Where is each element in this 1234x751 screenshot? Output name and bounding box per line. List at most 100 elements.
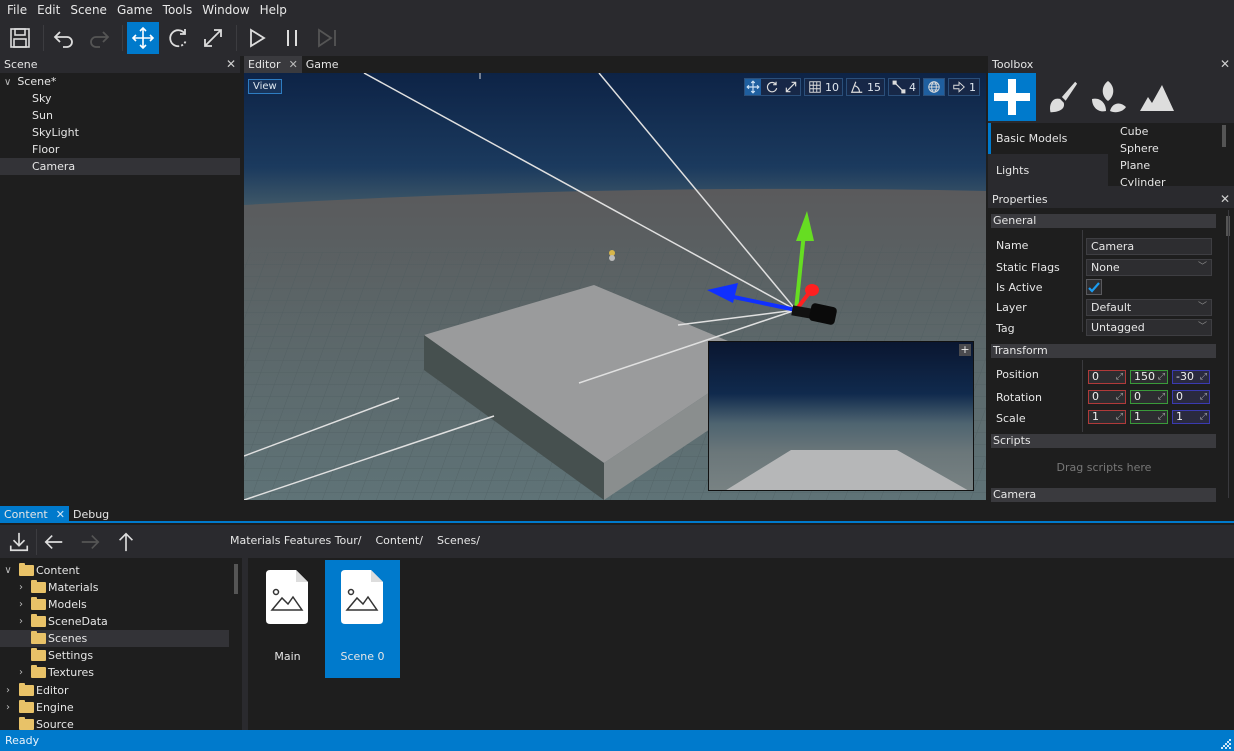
toolbox-tab-paint[interactable] — [1036, 73, 1084, 121]
toolbox-tab-terrain[interactable] — [1132, 73, 1180, 121]
tree-folder-models[interactable]: › Models — [0, 596, 229, 613]
chevron-right-icon[interactable]: › — [16, 596, 26, 613]
tree-folder-content[interactable]: ∨ Content — [0, 562, 229, 579]
chevron-down-icon[interactable]: ∨ — [4, 77, 11, 88]
preview-expand-button[interactable]: + — [959, 344, 971, 356]
redo-button[interactable] — [83, 22, 115, 54]
drag-handle-icon[interactable]: ⤢ — [1158, 371, 1165, 383]
scene-root[interactable]: ∨ Scene* — [0, 73, 240, 90]
chevron-right-icon[interactable]: › — [16, 579, 26, 596]
menu-tools[interactable]: Tools — [160, 3, 200, 17]
section-camera[interactable]: Camera — [991, 488, 1216, 502]
menu-game[interactable]: Game — [114, 3, 160, 17]
menu-window[interactable]: Window — [199, 3, 256, 17]
tree-folder-engine[interactable]: › Engine — [0, 699, 229, 716]
toolbox-category-basic-models[interactable]: Basic Models — [988, 123, 1108, 154]
position-z-field[interactable]: -30 ⤢ — [1172, 370, 1210, 384]
menu-file[interactable]: File — [4, 3, 34, 17]
menu-scene[interactable]: Scene — [67, 3, 114, 17]
rotate-mode-button[interactable] — [764, 80, 780, 94]
toolbox-item-cylinder[interactable]: Cylinder — [1108, 174, 1234, 186]
tab-content[interactable]: Content ✕ — [0, 506, 69, 523]
angle-snap-button[interactable]: 15 — [846, 78, 885, 96]
scale-x-field[interactable]: 1 ⤢ — [1088, 410, 1126, 424]
scene-item-skylight[interactable]: SkyLight — [0, 124, 240, 141]
translate-tool-button[interactable] — [127, 22, 159, 54]
section-general[interactable]: General — [991, 214, 1216, 228]
toolbox-item-plane[interactable]: Plane — [1108, 157, 1234, 174]
scale-snap-button[interactable]: 4 — [888, 78, 920, 96]
tab-game[interactable]: Game — [302, 56, 343, 73]
translate-mode-button[interactable] — [745, 79, 761, 95]
chevron-right-icon[interactable]: › — [3, 699, 13, 716]
step-button[interactable] — [311, 22, 343, 54]
close-icon[interactable]: ✕ — [226, 57, 236, 71]
chevron-down-icon[interactable]: ∨ — [3, 562, 13, 579]
drag-handle-icon[interactable]: ⤢ — [1116, 391, 1123, 403]
position-x-field[interactable]: 0 ⤢ — [1088, 370, 1126, 384]
breadcrumb-item[interactable]: Materials Features Tour/ — [230, 534, 362, 547]
undo-button[interactable] — [48, 22, 80, 54]
menu-help[interactable]: Help — [257, 3, 294, 17]
tab-editor[interactable]: Editor ✕ — [244, 56, 302, 73]
view-menu-button[interactable]: View — [248, 79, 282, 94]
close-icon[interactable]: ✕ — [1220, 192, 1230, 206]
drag-handle-icon[interactable]: ⤢ — [1200, 371, 1207, 383]
rotation-z-field[interactable]: 0 ⤢ — [1172, 390, 1210, 404]
scale-tool-button[interactable] — [197, 22, 229, 54]
toolbox-scrollbar[interactable] — [1222, 125, 1226, 147]
world-space-toggle[interactable] — [923, 78, 945, 96]
up-button[interactable] — [111, 527, 141, 557]
rotation-x-field[interactable]: 0 ⤢ — [1088, 390, 1126, 404]
grid-snap-button[interactable]: 10 — [804, 78, 843, 96]
drag-handle-icon[interactable]: ⤢ — [1158, 391, 1165, 403]
scene-item-sun[interactable]: Sun — [0, 107, 240, 124]
tab-debug[interactable]: Debug — [69, 506, 113, 523]
close-icon[interactable]: ✕ — [289, 56, 298, 73]
toolbox-tab-add[interactable] — [988, 73, 1036, 121]
section-transform[interactable]: Transform — [991, 344, 1216, 358]
scene-viewport[interactable]: View 10 15 4 1 + — [244, 73, 986, 500]
tree-folder-editor[interactable]: › Editor — [0, 682, 229, 699]
content-tree-scrollbar[interactable] — [234, 564, 238, 594]
toolbox-tab-foliage[interactable] — [1084, 73, 1132, 121]
section-scripts[interactable]: Scripts — [991, 434, 1216, 448]
rotation-y-field[interactable]: 0 ⤢ — [1130, 390, 1168, 404]
toolbox-category-lights[interactable]: Lights — [988, 155, 1108, 186]
layer-dropdown[interactable]: Default ﹀ — [1086, 299, 1212, 316]
tree-folder-settings[interactable]: Settings — [0, 647, 229, 664]
save-button[interactable] — [4, 22, 36, 54]
back-button[interactable] — [39, 527, 69, 557]
drag-handle-icon[interactable]: ⤢ — [1200, 391, 1207, 403]
toolbox-item-sphere[interactable]: Sphere — [1108, 140, 1234, 157]
scene-item-floor[interactable]: Floor — [0, 141, 240, 158]
chevron-right-icon[interactable]: › — [16, 613, 26, 630]
static-flags-dropdown[interactable]: None ﹀ — [1086, 259, 1212, 276]
drag-handle-icon[interactable]: ⤢ — [1158, 411, 1165, 423]
tree-folder-scenes[interactable]: Scenes — [0, 630, 229, 647]
chevron-right-icon[interactable]: › — [16, 664, 26, 681]
tree-folder-source[interactable]: Source — [0, 716, 229, 730]
breadcrumb-item[interactable]: Content/ — [376, 534, 423, 547]
scale-mode-button[interactable] — [783, 80, 800, 94]
pause-button[interactable] — [276, 22, 308, 54]
drag-scripts-hint[interactable]: Drag scripts here — [988, 461, 1220, 474]
forward-button[interactable] — [75, 527, 105, 557]
drag-handle-icon[interactable]: ⤢ — [1200, 411, 1207, 423]
play-button[interactable] — [241, 22, 273, 54]
scale-z-field[interactable]: 1 ⤢ — [1172, 410, 1210, 424]
chevron-right-icon[interactable]: › — [3, 682, 13, 699]
import-button[interactable] — [4, 527, 34, 557]
name-field[interactable]: Camera — [1086, 238, 1212, 255]
toolbox-item-cube[interactable]: Cube — [1108, 123, 1234, 140]
camera-speed-button[interactable]: 1 — [948, 78, 980, 96]
drag-handle-icon[interactable]: ⤢ — [1116, 411, 1123, 423]
position-y-field[interactable]: 150 ⤢ — [1130, 370, 1168, 384]
menu-edit[interactable]: Edit — [34, 3, 67, 17]
close-icon[interactable]: ✕ — [56, 506, 65, 523]
tree-folder-materials[interactable]: › Materials — [0, 579, 229, 596]
tag-dropdown[interactable]: Untagged ﹀ — [1086, 319, 1212, 336]
scale-y-field[interactable]: 1 ⤢ — [1130, 410, 1168, 424]
scene-item-camera[interactable]: Camera — [0, 158, 240, 175]
asset-main[interactable]: Main — [250, 560, 325, 678]
